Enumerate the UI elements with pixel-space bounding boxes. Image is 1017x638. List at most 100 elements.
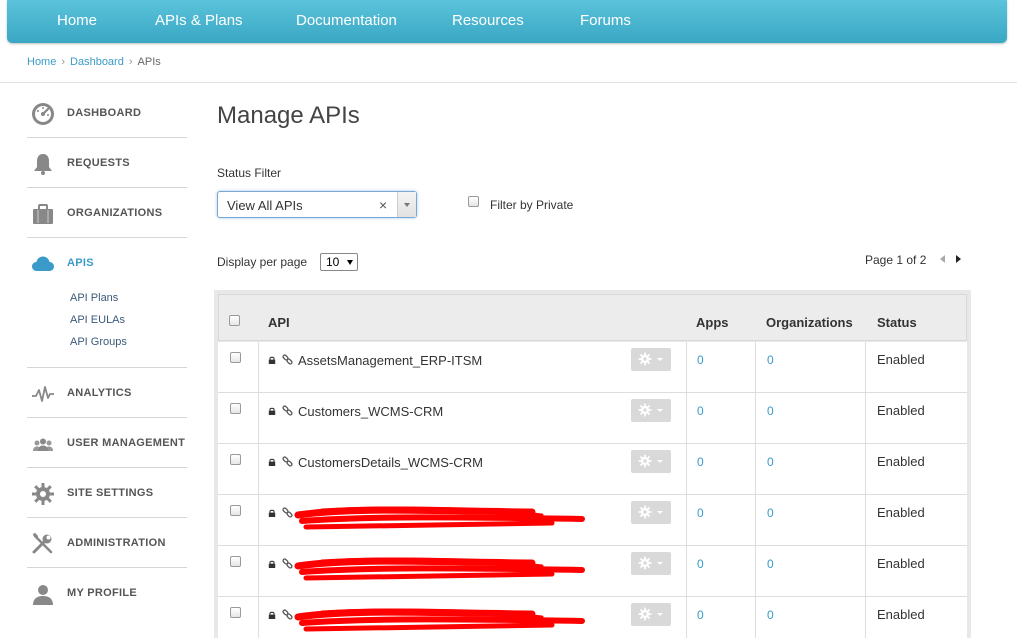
caret-down-icon [657,460,663,463]
column-divider [686,444,687,494]
sidebar-item-label: USER MANAGEMENT [67,437,186,449]
sidebar-sub-api-plans[interactable]: API Plans [70,292,118,304]
column-divider [755,495,756,545]
sidebar-sub-api-eulas[interactable]: API EULAs [70,314,125,326]
row-checkbox[interactable] [230,352,241,363]
sidebar-item-label: ANALYTICS [67,387,132,399]
status-text: Enabled [877,556,925,571]
breadcrumb-home[interactable]: Home [27,56,56,68]
display-per-page-value: 10 [326,255,340,269]
link-icon [282,456,293,467]
clear-icon[interactable]: × [379,197,387,213]
row-actions-button[interactable] [631,501,671,524]
status-text: Enabled [877,505,925,520]
sidebar-item-label: SITE SETTINGS [67,487,154,499]
table-row[interactable]: 0 0 Enabled [218,495,967,546]
row-actions-button[interactable] [631,399,671,422]
link-icon [282,354,293,365]
status-filter-select[interactable]: View All APIs × [217,191,417,218]
lock-icon [268,509,276,517]
previous-page-icon[interactable] [940,255,945,263]
redaction-scribble [294,506,585,530]
row-actions-button[interactable] [631,450,671,473]
user-icon [33,585,53,605]
tools-icon [32,532,53,554]
column-divider [755,444,756,494]
sidebar-item-label: ADMINISTRATION [67,537,166,549]
organizations-count-link[interactable]: 0 [767,506,774,520]
apps-count-link[interactable]: 0 [697,557,704,571]
chevron-down-icon[interactable] [397,192,416,217]
pagination-info: Page 1 of 2 [865,253,927,267]
row-checkbox[interactable] [230,454,241,465]
pulse-icon [32,386,54,402]
nav-home[interactable]: Home [57,12,97,29]
nav-resources[interactable]: Resources [452,12,524,29]
table-row[interactable]: AssetsManagement_ERP-ITSM 0 0 Enabled [218,342,967,393]
apps-count-link[interactable]: 0 [697,506,704,520]
organizations-count-link[interactable]: 0 [767,455,774,469]
sidebar-sub-api-groups[interactable]: API Groups [70,336,127,348]
filter-private-label: Filter by Private [490,198,574,212]
table-row[interactable]: 0 0 Enabled [218,546,967,597]
sidebar-item-site-settings[interactable]: SITE SETTINGS [27,468,187,518]
display-per-page-select[interactable]: 10 [320,253,358,271]
sidebar-item-organizations[interactable]: ORGANIZATIONS [27,188,187,238]
sidebar-item-analytics[interactable]: ANALYTICS [27,368,187,418]
api-name-link[interactable]: CustomersDetails_WCMS-CRM [298,455,483,470]
row-checkbox[interactable] [230,556,241,567]
table-row[interactable]: Customers_WCMS-CRM 0 0 Enabled [218,393,967,444]
row-checkbox[interactable] [230,607,241,618]
sidebar-item-user-management[interactable]: USER MANAGEMENT [27,418,187,468]
apps-count-link[interactable]: 0 [697,608,704,622]
column-divider [755,342,756,392]
organizations-count-link[interactable]: 0 [767,557,774,571]
caret-down-icon [657,409,663,412]
sidebar-item-my-profile[interactable]: MY PROFILE [27,568,187,618]
filter-private-checkbox[interactable] [468,196,479,207]
status-filter-value: View All APIs [227,198,303,213]
select-all-checkbox[interactable] [229,315,240,326]
organizations-count-link[interactable]: 0 [767,608,774,622]
row-checkbox[interactable] [230,403,241,414]
next-page-icon[interactable] [956,255,961,263]
apps-count-link[interactable]: 0 [697,353,704,367]
gear-icon [638,352,652,366]
gear-icon [638,607,652,621]
gear-icon [638,403,652,417]
table-row[interactable]: CustomersDetails_WCMS-CRM 0 0 Enabled [218,444,967,495]
row-actions-button[interactable] [631,348,671,371]
api-name-link[interactable]: Customers_WCMS-CRM [298,404,443,419]
organizations-count-link[interactable]: 0 [767,404,774,418]
row-checkbox[interactable] [230,505,241,516]
apps-count-link[interactable]: 0 [697,455,704,469]
nav-documentation[interactable]: Documentation [296,12,397,29]
status-text: Enabled [877,403,925,418]
sidebar-item-administration[interactable]: ADMINISTRATION [27,518,187,568]
table-row[interactable]: 0 0 Enabled [218,597,967,638]
column-divider [258,342,259,392]
gear-icon [638,454,652,468]
column-divider [258,444,259,494]
api-name-link[interactable]: AssetsManagement_ERP-ITSM [298,353,482,368]
sidebar-item-dashboard[interactable]: DASHBOARD [27,88,187,138]
column-header-api[interactable]: API [268,315,290,330]
nav-forums[interactable]: Forums [580,12,631,29]
column-header-organizations[interactable]: Organizations [766,315,853,330]
organizations-count-link[interactable]: 0 [767,353,774,367]
sidebar-item-label: APIS [67,257,94,269]
sidebar-item-label: DASHBOARD [67,107,142,119]
column-header-apps[interactable]: Apps [696,315,729,330]
apps-count-link[interactable]: 0 [697,404,704,418]
column-header-status[interactable]: Status [877,315,917,330]
api-table: API Apps Organizations Status AssetsMana… [214,290,971,638]
sidebar-item-label: ORGANIZATIONS [67,207,163,219]
column-divider [865,597,866,638]
link-icon [282,405,293,416]
breadcrumb-dashboard[interactable]: Dashboard [70,56,124,68]
lock-icon [268,458,276,466]
nav-apis-plans[interactable]: APIs & Plans [155,12,243,29]
sidebar-item-requests[interactable]: REQUESTS [27,138,187,188]
row-actions-button[interactable] [631,603,671,626]
row-actions-button[interactable] [631,552,671,575]
